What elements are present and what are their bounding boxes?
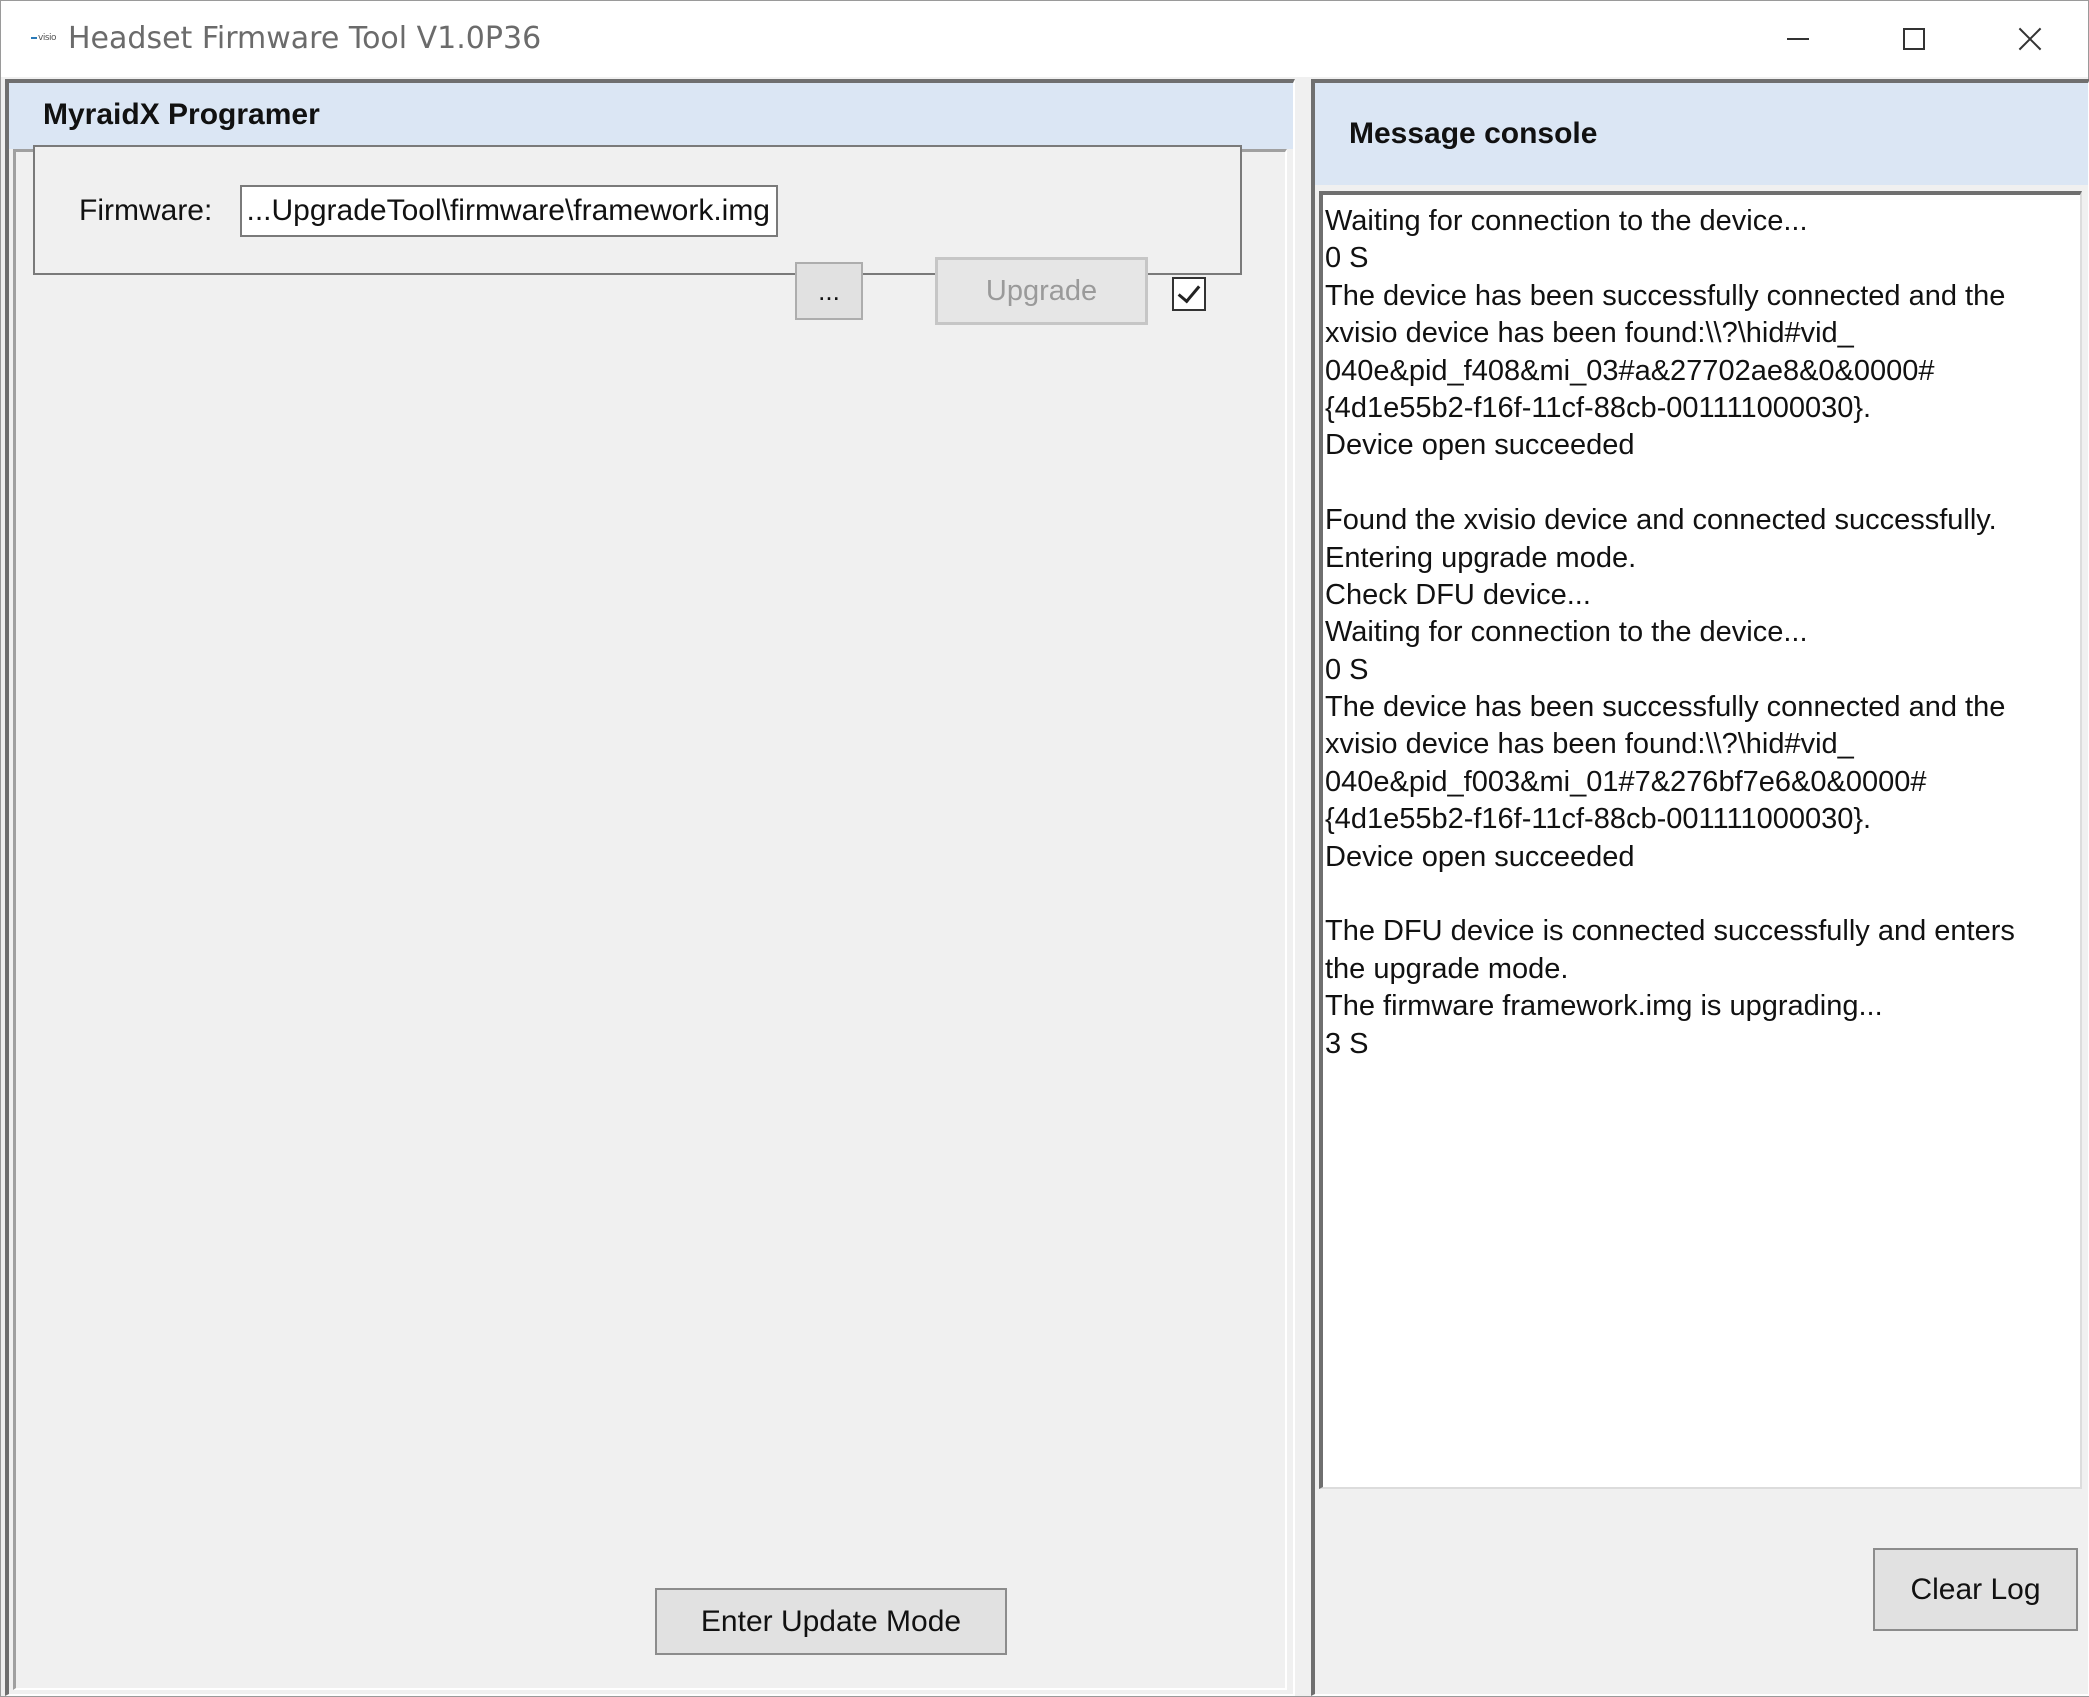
console-line: 0 S (1325, 242, 1369, 275)
console-line: The firmware framework.img is upgrading.… (1325, 990, 1883, 1023)
console-line: Found the xvisio device and connected su… (1325, 504, 1997, 537)
message-console-panel: Message console Waiting for connection t… (1311, 79, 2089, 1696)
console-line: {4d1e55b2-f16f-11cf-88cb-001111000030}. (1325, 391, 1872, 424)
upgrade-button[interactable]: Upgrade (935, 257, 1148, 325)
browse-button[interactable]: ... (795, 262, 863, 320)
clear-log-button[interactable]: Clear Log (1873, 1548, 2078, 1631)
console-line: Device open succeeded (1325, 429, 1635, 462)
console-lines: Waiting for connection to the device... 0… (1323, 195, 2080, 1063)
firmware-path-value: ...UpgradeTool\firmware\framework.img (246, 194, 771, 227)
console-line: The device has been successfully connect… (1325, 691, 2006, 724)
console-line: Waiting for connection to the device... (1325, 616, 1808, 649)
console-line: The DFU device is connected successfully… (1325, 915, 2015, 948)
console-line: The device has been successfully connect… (1325, 279, 2006, 312)
maximize-icon (1903, 28, 1925, 50)
message-console-log[interactable]: Waiting for connection to the device... 0… (1319, 191, 2082, 1489)
programmer-panel-body (13, 149, 1287, 1690)
firmware-label: Firmware: (79, 194, 213, 227)
upgrade-checkbox[interactable] (1172, 277, 1206, 311)
programmer-panel-header: MyraidX Programer (9, 83, 1293, 149)
firmware-path-input[interactable]: ...UpgradeTool\firmware\framework.img (240, 185, 778, 237)
app-window: visio Headset Firmware Tool V1.0P36 Myra… (0, 0, 2089, 1697)
console-line: Waiting for connection to the device... (1325, 205, 1808, 237)
console-line: xvisio device has been found:\\?\hid#vid… (1325, 728, 1854, 761)
console-line: 3 S (1325, 1027, 1369, 1060)
enter-update-mode-button[interactable]: Enter Update Mode (655, 1588, 1007, 1655)
message-console-header: Message console (1315, 83, 2088, 185)
minimize-icon (1787, 38, 1809, 40)
console-line: Entering upgrade mode. (1325, 541, 1637, 574)
console-line: the upgrade mode. (1325, 952, 1569, 985)
minimize-button[interactable] (1740, 1, 1856, 77)
close-button[interactable] (1972, 1, 2088, 77)
xvisio-logo-icon: visio (29, 31, 61, 45)
console-line: {4d1e55b2-f16f-11cf-88cb-001111000030}. (1325, 803, 1872, 836)
console-line: 0 S (1325, 653, 1369, 686)
console-line: 040e&pid_f003&mi_01#7&276bf7e6&0&0000# (1325, 765, 1927, 798)
console-line: Check DFU device... (1325, 578, 1591, 611)
console-line: 040e&pid_f408&mi_03#a&27702ae8&0&0000# (1325, 354, 1935, 387)
close-icon (2018, 27, 2042, 51)
console-line: Device open succeeded (1325, 840, 1635, 873)
console-line: xvisio device has been found:\\?\hid#vid… (1325, 317, 1854, 350)
window-title: Headset Firmware Tool V1.0P36 (68, 21, 542, 56)
title-bar[interactable]: visio Headset Firmware Tool V1.0P36 (1, 1, 2088, 77)
maximize-button[interactable] (1856, 1, 1972, 77)
